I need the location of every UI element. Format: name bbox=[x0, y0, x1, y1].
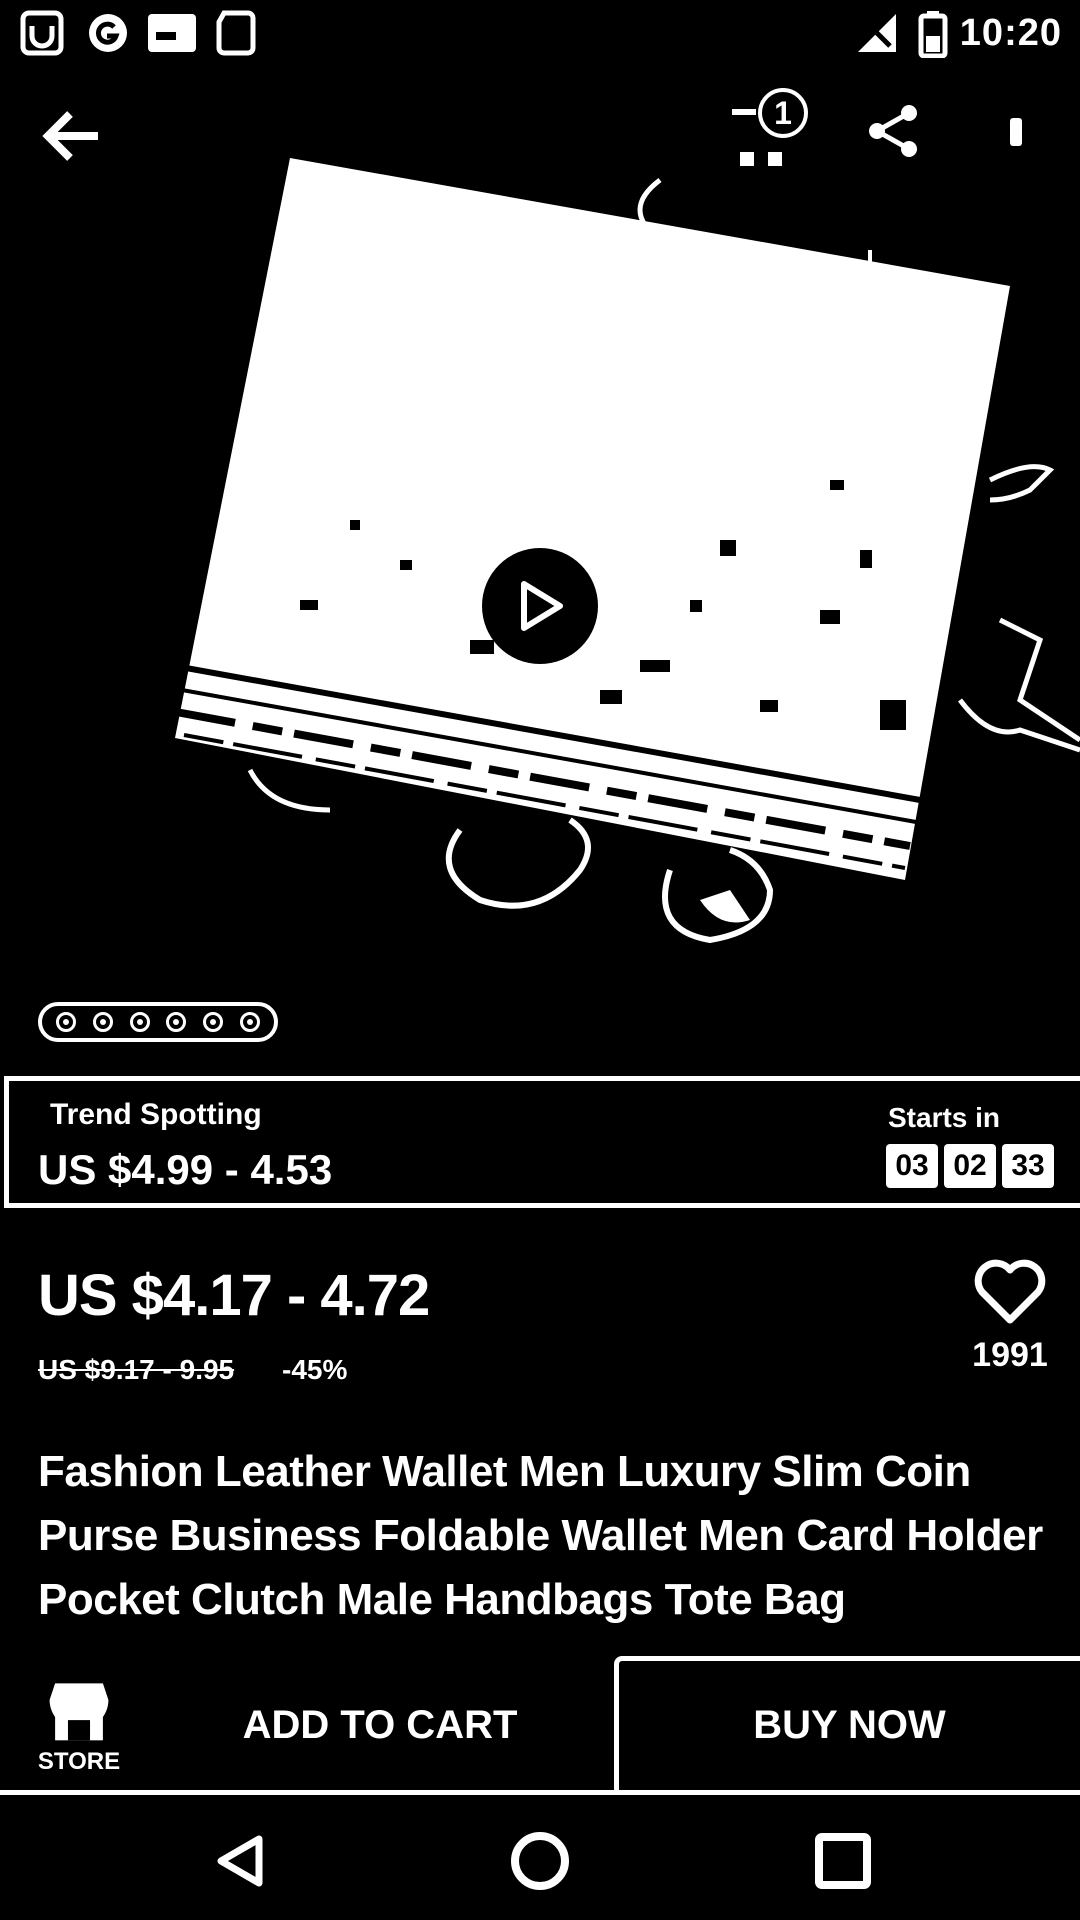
pager-dot[interactable] bbox=[129, 1012, 150, 1032]
status-bar: 10:20 bbox=[0, 0, 1080, 66]
pager-dot[interactable] bbox=[166, 1012, 187, 1032]
image-pager-indicator[interactable] bbox=[38, 1002, 278, 1042]
promo-countdown: 03 02 33 bbox=[886, 1144, 1054, 1188]
nav-home-button[interactable] bbox=[505, 1826, 575, 1896]
store-button[interactable]: STORE bbox=[34, 1676, 124, 1776]
store-icon bbox=[49, 1683, 109, 1741]
back-button[interactable] bbox=[36, 100, 108, 172]
battery-icon bbox=[918, 11, 948, 58]
nav-recents-button[interactable] bbox=[808, 1826, 878, 1896]
promo-price: US $4.99 - 4.53 bbox=[38, 1146, 333, 1193]
no-signal-icon bbox=[858, 14, 896, 52]
nav-home-icon bbox=[511, 1832, 569, 1890]
wishlist-button[interactable] bbox=[972, 1256, 1048, 1326]
product-title: Fashion Leather Wallet Men Luxury Slim C… bbox=[38, 1447, 1043, 1624]
pager-dot[interactable] bbox=[202, 1012, 223, 1032]
product-media-gallery[interactable] bbox=[0, 66, 1080, 1056]
wishlist-count: 1991 bbox=[972, 1336, 1048, 1374]
heart-icon bbox=[974, 1259, 1046, 1324]
bottom-divider bbox=[0, 1790, 1080, 1795]
back-arrow-icon bbox=[42, 111, 98, 161]
original-price: US $9.17 - 9.95 bbox=[38, 1354, 235, 1385]
nav-back-icon bbox=[217, 1835, 263, 1887]
play-icon bbox=[521, 581, 563, 631]
pager-dot[interactable] bbox=[56, 1012, 77, 1032]
buy-now-button[interactable]: BUY NOW bbox=[614, 1656, 1080, 1790]
sd-card-icon bbox=[216, 10, 256, 56]
pager-dot[interactable] bbox=[239, 1012, 260, 1032]
countdown-minutes: 02 bbox=[944, 1144, 996, 1188]
share-button[interactable] bbox=[862, 100, 924, 162]
nav-recents-icon bbox=[815, 1833, 871, 1889]
countdown-hours: 03 bbox=[886, 1144, 938, 1188]
store-label: STORE bbox=[37, 1748, 121, 1775]
status-time: 10:20 bbox=[959, 12, 1062, 54]
play-video-button[interactable] bbox=[482, 548, 598, 664]
promo-starts-label: Starts in bbox=[888, 1102, 1001, 1133]
more-vert-icon bbox=[1010, 118, 1022, 146]
cart-count-badge: 1 bbox=[758, 88, 808, 138]
pager-dot[interactable] bbox=[92, 1012, 113, 1032]
card-icon bbox=[148, 14, 196, 52]
g-icon bbox=[89, 14, 127, 52]
app-notification-icon bbox=[20, 10, 64, 56]
countdown-seconds: 33 bbox=[1002, 1144, 1054, 1188]
more-options-button[interactable] bbox=[996, 104, 1036, 160]
nav-back-button[interactable] bbox=[204, 1826, 274, 1896]
share-icon bbox=[869, 105, 917, 157]
add-to-cart-button[interactable]: ADD TO CART bbox=[150, 1660, 610, 1790]
promo-title: Trend Spotting bbox=[50, 1098, 262, 1131]
product-price: US $4.17 - 4.72 bbox=[38, 1263, 430, 1328]
discount-badge: -45% bbox=[282, 1354, 348, 1385]
